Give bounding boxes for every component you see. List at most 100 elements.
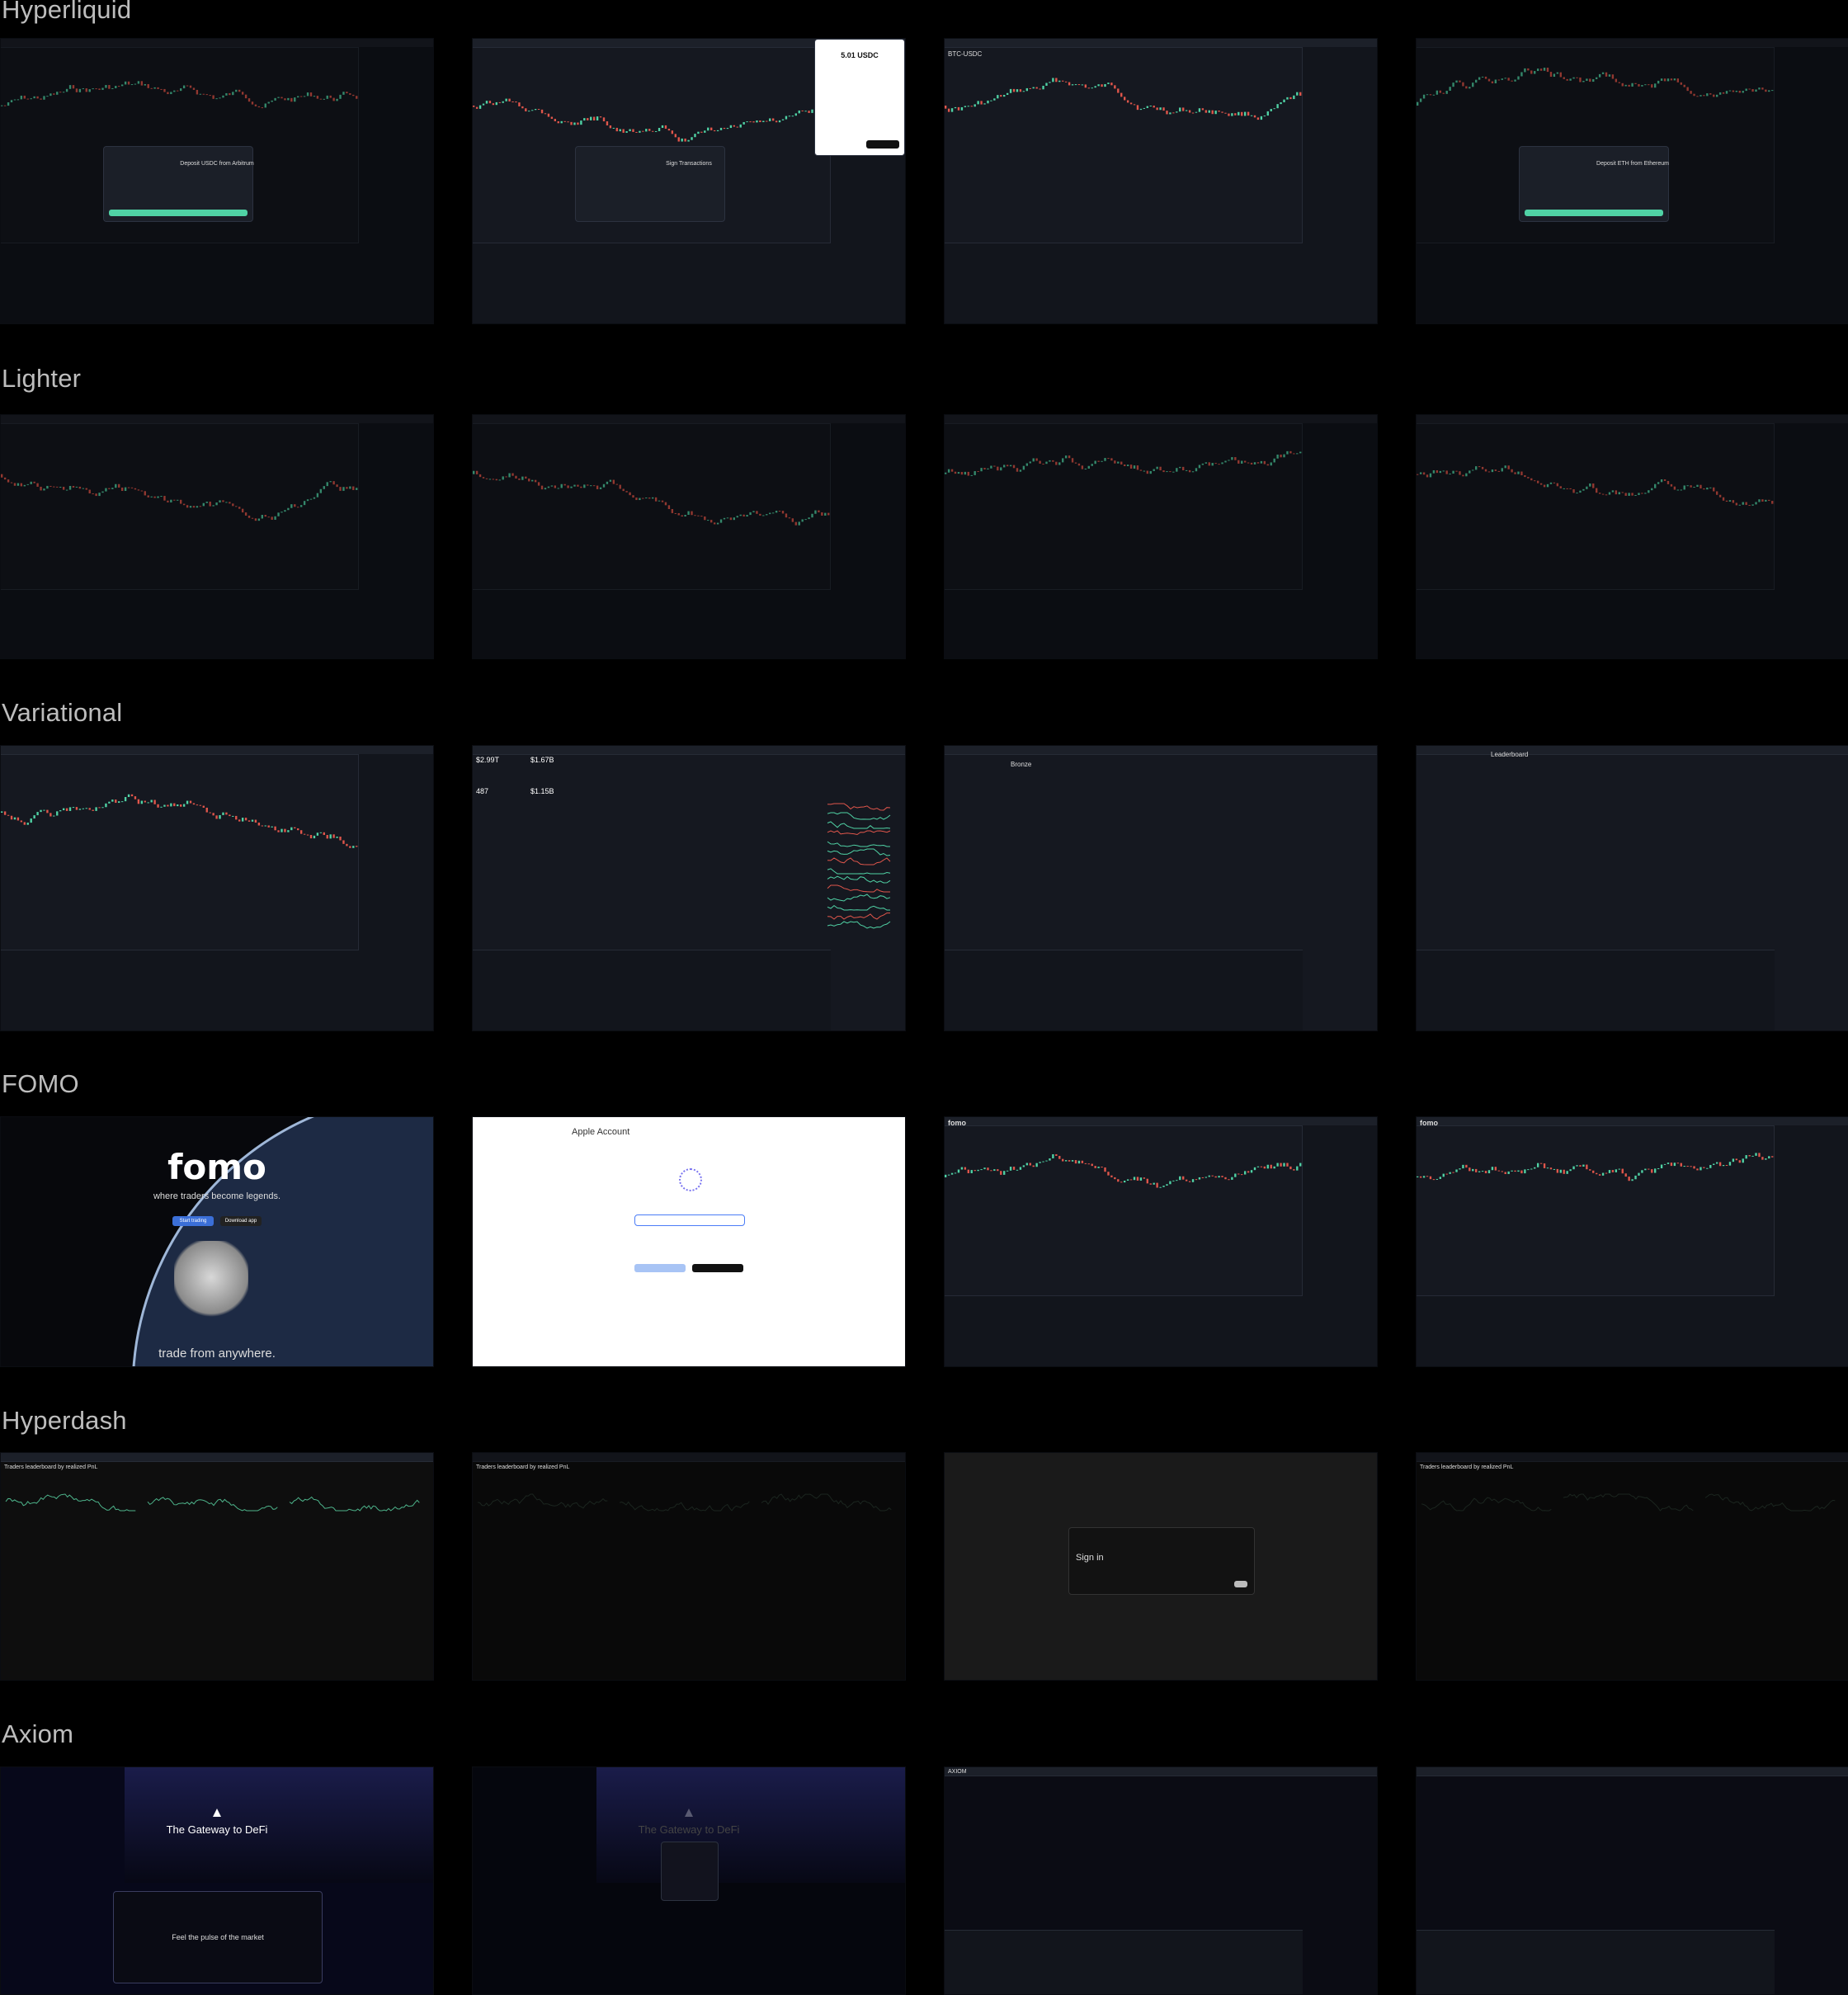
candle xyxy=(251,819,254,822)
candle xyxy=(1124,1181,1126,1183)
candle xyxy=(974,104,976,107)
candle xyxy=(1169,1181,1172,1185)
screenshot-tile[interactable]: Deposit USDC from Arbitrum xyxy=(0,38,434,324)
sign-with-passkey-button[interactable] xyxy=(692,1264,743,1272)
screenshot-tile[interactable]: Sign in xyxy=(944,1452,1378,1681)
candle xyxy=(199,804,202,806)
candle xyxy=(1713,1163,1715,1165)
candle xyxy=(1035,87,1038,89)
candle xyxy=(1064,81,1068,83)
screenshot-tile[interactable]: Traders leaderboard by realized PnL xyxy=(1416,1452,1848,1681)
tile-label: fomo xyxy=(1420,1119,1438,1127)
candle xyxy=(1221,111,1223,113)
candle xyxy=(954,106,957,109)
candle xyxy=(707,127,710,131)
candle xyxy=(75,807,78,810)
candle xyxy=(1062,1158,1064,1162)
candle xyxy=(550,116,554,120)
screenshot-tile[interactable] xyxy=(0,745,434,1031)
candle xyxy=(960,1167,964,1170)
candle xyxy=(299,830,303,834)
screenshot-tile[interactable]: fomo xyxy=(1416,1116,1848,1367)
candle xyxy=(130,794,134,797)
screenshot-tile[interactable]: BTC-USDC xyxy=(944,38,1378,324)
apple-signin-field[interactable] xyxy=(634,1214,745,1226)
candle xyxy=(1514,1170,1516,1172)
candle xyxy=(1445,1173,1448,1175)
candle xyxy=(20,820,23,823)
candle xyxy=(997,1169,999,1172)
candle xyxy=(1114,85,1116,89)
candle xyxy=(1231,1177,1233,1180)
screenshot-tile[interactable] xyxy=(944,414,1378,659)
candle xyxy=(1097,1167,1100,1168)
candle xyxy=(232,815,234,817)
candle xyxy=(1084,1163,1087,1164)
screenshot-tile[interactable] xyxy=(1416,1766,1848,1995)
candle xyxy=(95,807,97,811)
candle xyxy=(1748,1155,1751,1157)
candle xyxy=(26,823,29,825)
candle xyxy=(186,800,189,804)
screenshot-tile[interactable]: Apple Account xyxy=(472,1116,906,1367)
candle xyxy=(326,835,328,839)
candle xyxy=(1768,1156,1770,1159)
candle xyxy=(947,1174,950,1176)
candle xyxy=(537,109,540,111)
candle xyxy=(1276,104,1279,109)
screenshot-tile[interactable] xyxy=(0,414,434,659)
continue-button[interactable] xyxy=(634,1264,686,1272)
candle xyxy=(798,110,800,114)
candle xyxy=(1129,1179,1133,1181)
deposit-button[interactable] xyxy=(1525,210,1663,216)
screenshot-tile[interactable] xyxy=(472,414,906,659)
screenshot-tile[interactable]: Sign Transactions 5.01 USDC xyxy=(472,38,906,324)
screenshot-tile[interactable]: AXIOM xyxy=(944,1766,1378,1995)
candle xyxy=(1432,1179,1436,1181)
candle xyxy=(1598,1174,1601,1176)
candle xyxy=(950,1172,954,1175)
deposit-button[interactable] xyxy=(109,210,248,216)
candle xyxy=(723,127,726,130)
candle xyxy=(140,800,144,804)
candle xyxy=(1120,1181,1123,1183)
screenshot-tile[interactable]: fomo where traders become legends. Start t… xyxy=(0,1116,434,1367)
screenshot-tile[interactable]: Deposit ETH from Ethereum xyxy=(1416,38,1848,324)
candle xyxy=(525,108,527,111)
candle xyxy=(356,846,358,847)
candle xyxy=(954,1172,957,1174)
candle xyxy=(1124,97,1126,101)
candle xyxy=(622,129,625,133)
screenshot-tile[interactable]: Traders leaderboard by realized PnL xyxy=(0,1452,434,1681)
price-line xyxy=(289,1496,420,1512)
screenshot-tile[interactable]: Leaderboard xyxy=(1416,745,1848,1031)
confirm-button[interactable] xyxy=(866,140,899,149)
screenshot-tile[interactable]: $2.99T $1.67B 487 $1.15B xyxy=(472,745,906,1031)
continue-button[interactable] xyxy=(1234,1581,1247,1587)
candle xyxy=(964,1167,967,1170)
candle xyxy=(1188,1181,1191,1182)
candle xyxy=(1534,1167,1536,1169)
candle xyxy=(280,828,283,832)
candle xyxy=(1520,1170,1523,1174)
candle xyxy=(1045,1160,1048,1162)
screenshot-tile[interactable]: The Gateway to DeFi xyxy=(472,1766,906,1995)
price-line xyxy=(827,857,891,865)
screenshot-tile[interactable]: Bronze xyxy=(944,745,1378,1031)
candle xyxy=(945,1174,947,1177)
candle xyxy=(1077,1160,1081,1164)
candle xyxy=(1162,1186,1165,1187)
candle xyxy=(267,825,270,828)
screenshot-tile[interactable]: fomo xyxy=(944,1116,1378,1367)
screenshot-tile[interactable]: Traders leaderboard by realized PnL xyxy=(472,1452,906,1681)
candle xyxy=(671,130,674,134)
screenshot-tile[interactable]: The Gateway to DeFi Feel the pulse of the… xyxy=(0,1766,434,1995)
candle xyxy=(68,807,72,811)
candle xyxy=(544,113,547,115)
download-app-button[interactable]: Download app xyxy=(220,1216,262,1226)
candle xyxy=(1276,1163,1279,1167)
candle xyxy=(1263,1166,1266,1169)
candle xyxy=(599,116,602,118)
start-trading-button[interactable]: Start trading xyxy=(172,1216,214,1226)
screenshot-tile[interactable] xyxy=(1416,414,1848,659)
